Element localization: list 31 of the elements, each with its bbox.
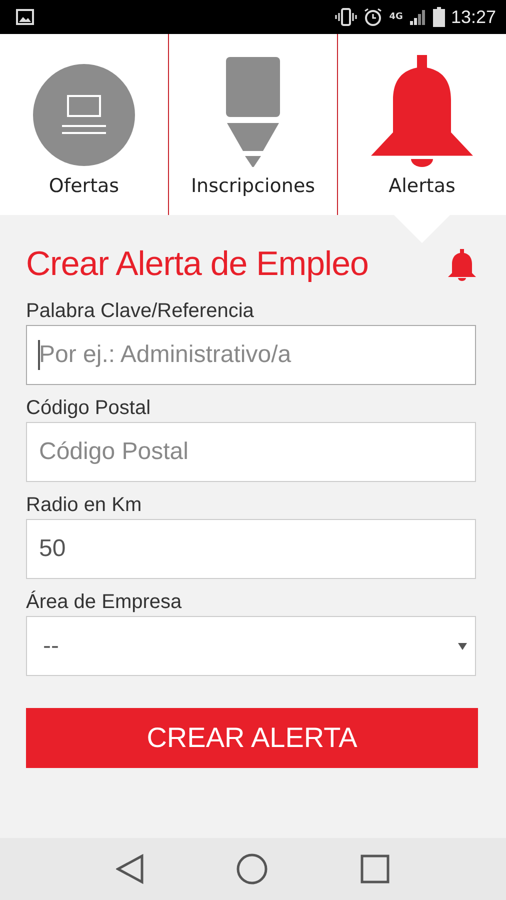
- dropdown-arrow-icon: [458, 642, 467, 650]
- input-field[interactable]: Código Postal: [26, 422, 476, 482]
- field-label: Área de Empresa: [26, 591, 183, 614]
- input-field[interactable]: 50: [26, 519, 476, 579]
- signal-icon: [408, 9, 427, 25]
- input-field[interactable]: Por ej.: Administrativo/a: [26, 325, 476, 385]
- create-alert-button[interactable]: CREAR ALERTA: [26, 708, 478, 768]
- form-title: Crear Alerta de Empleo: [26, 245, 368, 284]
- battery-icon: [432, 7, 445, 27]
- field-label: Código Postal: [26, 397, 152, 420]
- network-type: 4G: [389, 12, 403, 22]
- vibrate-icon: [335, 8, 358, 26]
- tab[interactable]: Alertas: [337, 34, 506, 215]
- tab-label: Alertas: [388, 175, 456, 197]
- bell-icon: [448, 248, 476, 280]
- monitor-icon: [32, 63, 136, 167]
- home-icon[interactable]: [236, 853, 268, 885]
- pencil-icon: [226, 57, 280, 167]
- clock: 13:27: [450, 6, 496, 28]
- back-icon[interactable]: [116, 854, 144, 884]
- dropdown[interactable]: --: [26, 616, 476, 676]
- tab[interactable]: Inscripciones: [168, 34, 337, 215]
- tab-label: Ofertas: [48, 175, 120, 197]
- field-label: Radio en Km: [26, 494, 143, 517]
- bell-icon: [371, 55, 473, 167]
- recents-icon[interactable]: [360, 854, 390, 884]
- tab-label: Inscripciones: [190, 175, 316, 197]
- tab[interactable]: Ofertas: [0, 34, 168, 215]
- alarm-icon: [363, 7, 384, 27]
- image-icon: [16, 9, 34, 25]
- field-label: Palabra Clave/Referencia: [26, 300, 255, 323]
